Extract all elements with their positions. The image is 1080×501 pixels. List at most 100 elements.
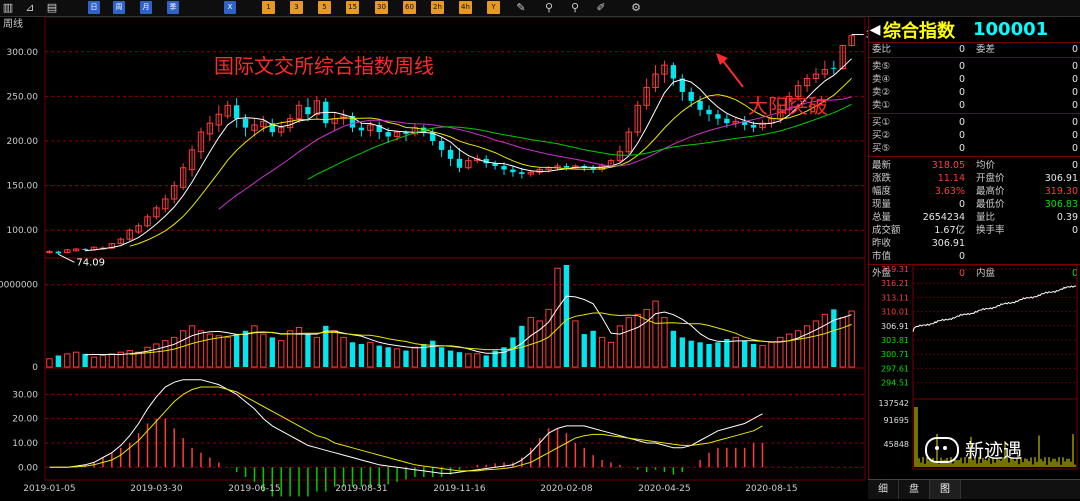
- volume-bar-up: [474, 353, 481, 368]
- stat-row: 昨收 306.91: [869, 237, 1080, 250]
- stat-label-2: 最低价: [976, 199, 1005, 210]
- intraday-volume-label: 45848: [884, 440, 909, 449]
- volume-bar-down: [456, 352, 463, 367]
- quote-panel: ◀ 综合指数 100001 委比 0 委差 0 卖⑤ 0 0 卖④ 0 0 卖② 0 0 卖① 0 0 买① 0 0…: [868, 17, 1080, 498]
- candle-down: [510, 169, 516, 173]
- watermark: 新迹遇: [925, 436, 1022, 463]
- tool-icon-2[interactable]: ⚲: [569, 1, 581, 14]
- candle-down: [447, 149, 454, 159]
- tool-icon-3[interactable]: ✐: [595, 1, 607, 14]
- volume-bar-up: [188, 325, 196, 368]
- stat-label: 涨跌: [872, 173, 892, 184]
- period-button-7[interactable]: 5: [318, 1, 331, 14]
- order-book-row: 买⑤ 0 0: [869, 142, 1080, 155]
- tool-icon-0[interactable]: ✎: [515, 1, 527, 14]
- intraday-price-label: 316.21: [881, 279, 909, 288]
- intraday-price-label: 310.01: [881, 308, 909, 317]
- prev-stock-icon[interactable]: ◀: [869, 22, 881, 38]
- candle-down: [501, 165, 507, 170]
- period-button-9[interactable]: 30: [375, 1, 388, 14]
- panel-tab-2[interactable]: 图: [930, 480, 961, 499]
- price-tick-label: 200.00: [7, 137, 39, 147]
- price-tick-label: 150.00: [7, 182, 39, 192]
- stat-label-2: 最高价: [976, 186, 1005, 197]
- stat-value: 11.14: [937, 173, 965, 184]
- volume-bar-down: [233, 334, 240, 367]
- volume-tick-label: 0: [32, 363, 38, 373]
- bar-chart-icon[interactable]: ▥: [2, 1, 14, 14]
- gear-icon[interactable]: ⚙: [630, 1, 642, 14]
- volume-bar-up: [625, 317, 632, 368]
- order-label: 买②: [872, 130, 891, 141]
- date-tick-label: 2019-01-05: [23, 484, 75, 494]
- volume-bar-up: [197, 330, 205, 368]
- candle-down: [305, 107, 311, 115]
- order-price: 0: [958, 87, 965, 98]
- order-volume: 0: [1071, 44, 1078, 55]
- order-label: 卖⑤: [872, 61, 891, 72]
- date-tick-label: 2019-06-15: [228, 484, 280, 494]
- period-button-12[interactable]: 4h: [459, 1, 472, 14]
- date-tick-label: 2019-11-16: [433, 484, 486, 494]
- period-button-0[interactable]: 日: [88, 1, 100, 14]
- stat-value-2: 0.39: [1056, 212, 1078, 223]
- period-button-6[interactable]: 3: [290, 1, 303, 14]
- volume-bar-down: [831, 309, 837, 367]
- stat-row: 现量 0 最低价 306.83: [869, 198, 1080, 211]
- volume-bar-up: [135, 351, 142, 368]
- volume-bar-up: [126, 350, 133, 368]
- period-button-2[interactable]: 月: [140, 1, 152, 14]
- volume-bar-down: [82, 353, 88, 367]
- volume-bar-down: [447, 350, 454, 367]
- panel-tab-1[interactable]: 盘: [899, 480, 930, 499]
- volume-bar-down: [269, 337, 275, 367]
- order-price: 0: [958, 74, 965, 85]
- volume-bar-down: [349, 342, 356, 367]
- period-button-10[interactable]: 60: [403, 1, 416, 14]
- volume-bar-up: [794, 330, 802, 368]
- kline-chart-svg[interactable]: 300.00 250.00 200.00 150.00 100.00 周线国际文交所综合指…: [0, 16, 894, 498]
- volume-tick-label: 50000000: [0, 281, 38, 291]
- period-button-13[interactable]: Y: [487, 1, 500, 14]
- period-button-11[interactable]: 2h: [431, 1, 444, 14]
- volume-bar-up: [331, 330, 338, 368]
- stat-value: 0: [958, 251, 965, 262]
- stat-value: 1.67亿: [934, 225, 965, 236]
- stat-label-2: 均价: [976, 160, 996, 171]
- order-label: 卖④: [872, 74, 891, 85]
- indicator-icon[interactable]: ▤: [46, 1, 58, 14]
- volume-bar-up: [144, 346, 151, 368]
- order-label: 买⑤: [872, 143, 891, 154]
- stat-label-2: 量比: [976, 212, 996, 223]
- order-price: 0: [958, 44, 965, 55]
- period-button-1[interactable]: 周: [113, 1, 125, 14]
- volume-bar-down: [305, 334, 311, 367]
- panel-tab-0[interactable]: 细: [868, 480, 899, 499]
- wechat-logo-icon: [925, 436, 959, 463]
- stat-value: 0: [958, 199, 965, 210]
- date-tick-label: 2020-08-15: [745, 484, 797, 494]
- period-button-3[interactable]: 季: [167, 1, 179, 14]
- price-tick-label: 300.00: [7, 48, 39, 58]
- annotation-arrowhead: [716, 53, 728, 65]
- tool-icon-1[interactable]: ⚲: [543, 1, 555, 14]
- intraday-price-line: [912, 285, 1077, 332]
- volume-bar-up: [527, 317, 534, 368]
- chart-title: 国际文交所综合指数周线: [214, 54, 434, 78]
- candle-down: [688, 91, 694, 101]
- period-button-8[interactable]: 15: [346, 1, 359, 14]
- order-price: 0: [958, 117, 965, 128]
- macd-tick-label: 20.00: [12, 415, 38, 425]
- stat-value-2: 0: [1071, 160, 1078, 171]
- stat-row: 成交额 1.67亿 换手率 0: [869, 224, 1080, 237]
- kline-chart-area[interactable]: 300.00 250.00 200.00 150.00 100.00 周线 国际文交所综合指…: [0, 16, 894, 498]
- kline-icon[interactable]: ⊿: [24, 1, 36, 14]
- period-button-5[interactable]: 1: [262, 1, 275, 14]
- volume-bar-down: [742, 340, 748, 367]
- volume-bar-up: [340, 336, 347, 368]
- period-button-4[interactable]: X: [224, 1, 236, 14]
- ma5-line: [85, 58, 852, 252]
- volume-bar-down: [438, 347, 445, 367]
- volume-bar-up: [803, 325, 811, 368]
- volume-bar-down: [581, 334, 587, 367]
